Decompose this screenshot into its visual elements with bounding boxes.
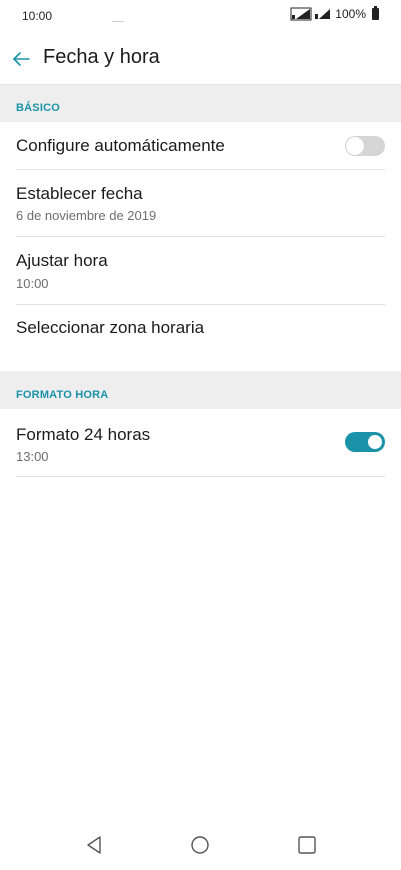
- format-24h-row[interactable]: Formato 24 horas 13:00: [0, 409, 401, 476]
- page-title: Fecha y hora: [43, 46, 160, 68]
- signal-sim2-icon: [315, 7, 331, 21]
- status-bar: 10:00 100%: [0, 0, 401, 32]
- signal-sim1-icon: [290, 7, 312, 21]
- time-zone-title: Seleccionar zona horaria: [16, 318, 205, 337]
- set-time-row[interactable]: Ajustar hora 10:00: [0, 237, 401, 304]
- nav-recents-icon[interactable]: [296, 834, 318, 856]
- back-arrow-icon[interactable]: [10, 48, 32, 70]
- status-icons: 100%: [290, 6, 379, 21]
- status-divider: [112, 21, 124, 22]
- format-24h-value: 13:00: [16, 449, 49, 464]
- status-time: 10:00: [22, 9, 53, 23]
- app-bar: Fecha y hora: [0, 34, 401, 84]
- auto-config-row[interactable]: Configure automáticamente: [0, 122, 401, 170]
- auto-config-title: Configure automáticamente: [16, 136, 225, 155]
- nav-back-icon[interactable]: [84, 834, 106, 856]
- set-date-value: 6 de noviembre de 2019: [16, 208, 157, 223]
- battery-icon: [372, 6, 379, 20]
- set-time-title: Ajustar hora: [16, 251, 108, 270]
- row-divider: [16, 476, 385, 477]
- toggle-knob: [346, 137, 364, 155]
- auto-config-toggle[interactable]: [345, 136, 385, 156]
- set-date-row[interactable]: Establecer fecha 6 de noviembre de 2019: [0, 170, 401, 236]
- battery-percent: 100%: [335, 7, 366, 21]
- section-header-basic: BÁSICO: [0, 85, 401, 122]
- set-date-title: Establecer fecha: [16, 184, 143, 203]
- section-header-time-format: FORMATO HORA: [0, 371, 401, 409]
- format-24h-title: Formato 24 horas: [16, 425, 151, 444]
- section-label-time-format: FORMATO HORA: [16, 389, 109, 401]
- format-24h-toggle[interactable]: [345, 432, 385, 452]
- set-time-value: 10:00: [16, 276, 49, 291]
- toggle-knob: [368, 435, 382, 449]
- time-zone-row[interactable]: Seleccionar zona horaria: [0, 305, 401, 371]
- section-label-basic: BÁSICO: [16, 102, 60, 114]
- navigation-bar: [0, 820, 401, 870]
- nav-home-icon[interactable]: [189, 834, 211, 856]
